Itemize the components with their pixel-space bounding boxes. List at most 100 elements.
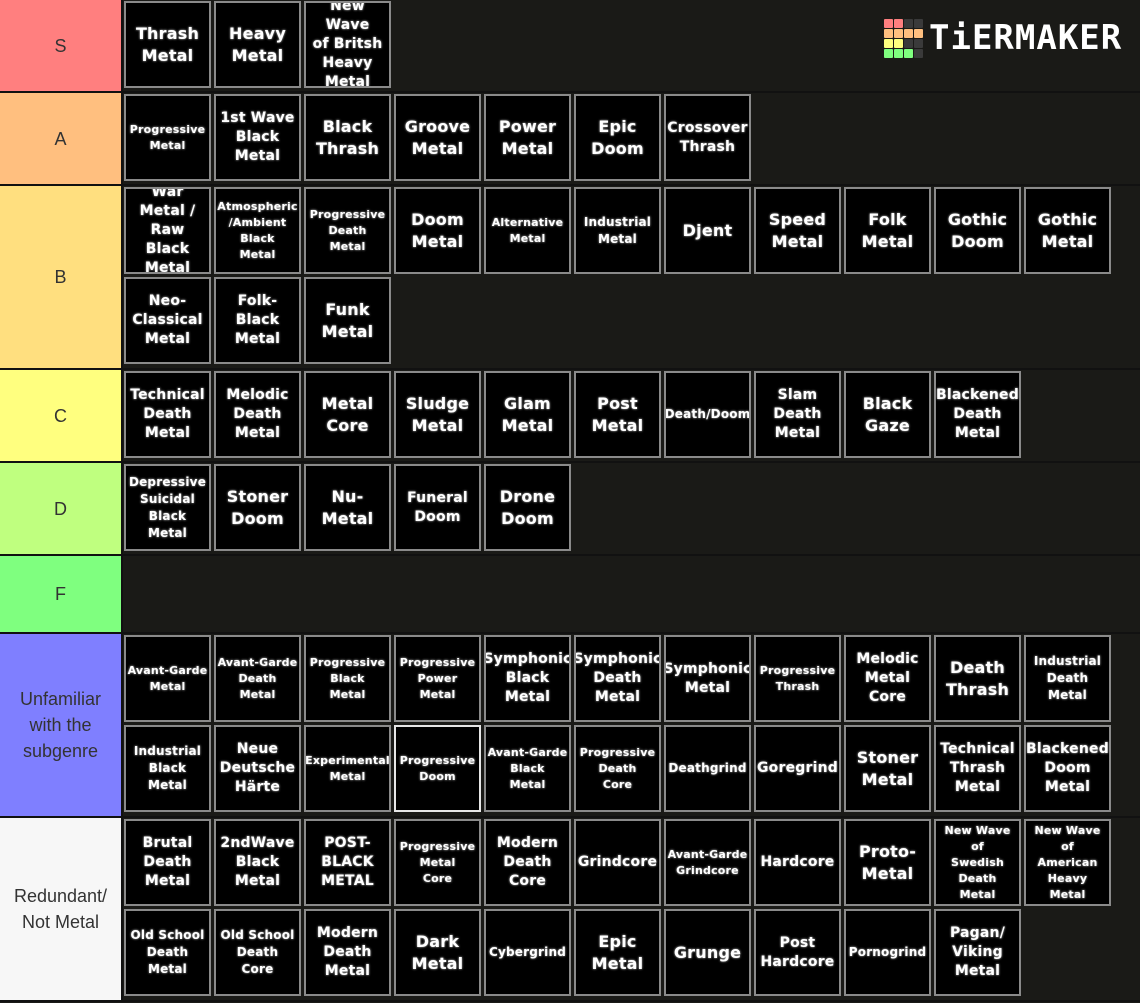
tier-item-tile[interactable]: Speed Metal [754,187,841,274]
tier-item-tile[interactable]: Avant-Garde Metal [124,635,211,722]
tier-item-tile[interactable]: Folk- Black Metal [214,277,301,364]
tier-item-tile[interactable]: Nu- Metal [304,464,391,551]
tier-item-tile[interactable]: Slam Death Metal [754,371,841,458]
tiermaker-logo[interactable]: TiERMAKER [884,18,1122,58]
tier-item-tile[interactable]: Melodic Death Metal [214,371,301,458]
tier-item-tile[interactable]: Blackened Death Metal [934,371,1021,458]
tier-label[interactable]: F [0,556,123,632]
tier-item-tile[interactable]: Crossover Thrash [664,94,751,181]
tier-label[interactable]: Unfamiliar with the subgenre [0,634,123,816]
tier-label[interactable]: C [0,370,123,461]
tier-item-tile[interactable]: Melodic Metal Core [844,635,931,722]
tier-item-tile[interactable]: Technical Thrash Metal [934,725,1021,812]
logo-grid-cell [894,28,903,38]
tier-item-tile[interactable]: New Wave of American Heavy Metal [1024,819,1111,906]
tier-item-tile[interactable]: Symphonic Metal [664,635,751,722]
tier-label[interactable]: D [0,463,123,554]
tier-label[interactable]: A [0,93,123,184]
tier-item-tile[interactable]: Black Gaze [844,371,931,458]
tier-item-tile[interactable]: Goregrind [754,725,841,812]
tier-item-tile[interactable]: Post Metal [574,371,661,458]
tier-item-tile[interactable]: War Metal / Raw Black Metal [124,187,211,274]
tier-item-tile[interactable]: Progressive Metal Core [394,819,481,906]
tier-item-tile[interactable]: Brutal Death Metal [124,819,211,906]
tier-item-tile[interactable]: Progressive Metal [124,94,211,181]
tier-item-tile[interactable]: New Wave of Swedish Death Metal [934,819,1021,906]
tier-items-dropzone[interactable]: War Metal / Raw Black Metal Atmospheric /… [123,186,1140,368]
tier-item-tile[interactable]: Groove Metal [394,94,481,181]
tier-item-tile[interactable]: Old School Death Core [214,909,301,996]
tier-label[interactable]: S [0,0,123,91]
tier-item-tile[interactable]: Atmospheric /Ambient Black Metal [214,187,301,274]
tier-item-tile[interactable]: Technical Death Metal [124,371,211,458]
tier-label[interactable]: B [0,186,123,368]
tier-item-tile[interactable]: Metal Core [304,371,391,458]
tier-label[interactable]: Redundant/ Not Metal [0,818,123,1000]
tier-item-tile[interactable]: Progressive Thrash [754,635,841,722]
tier-item-tile[interactable]: Stoner Metal [844,725,931,812]
tier-item-tile[interactable]: Black Thrash [304,94,391,181]
tier-item-tile[interactable]: Cybergrind [484,909,571,996]
tier-item-tile[interactable]: Neo- Classical Metal [124,277,211,364]
tier-item-tile[interactable]: Doom Metal [394,187,481,274]
tier-item-tile[interactable]: Sludge Metal [394,371,481,458]
tier-item-tile[interactable]: Proto- Metal [844,819,931,906]
tier-item-tile[interactable]: Industrial Black Metal [124,725,211,812]
tier-item-tile[interactable]: Alternative Metal [484,187,571,274]
tier-item-tile[interactable]: Power Metal [484,94,571,181]
tier-item-tile[interactable]: Post Hardcore [754,909,841,996]
tier-item-tile[interactable]: Drone Doom [484,464,571,551]
tier-item-tile[interactable]: Pornogrind [844,909,931,996]
tier-item-tile[interactable]: Industrial Metal [574,187,661,274]
tier-item-tile[interactable]: Avant-Garde Grindcore [664,819,751,906]
tier-items-dropzone[interactable] [123,556,1140,632]
tier-item-tile[interactable]: Modern Death Core [484,819,571,906]
tier-item-tile[interactable]: Funeral Doom [394,464,481,551]
tier-item-tile[interactable]: Gothic Metal [1024,187,1111,274]
tier-item-tile[interactable]: Progressive Death Metal [304,187,391,274]
tier-item-tile[interactable]: Progressive Power Metal [394,635,481,722]
tier-item-tile[interactable]: Progressive Black Metal [304,635,391,722]
tier-item-tile[interactable]: Pagan/ Viking Metal [934,909,1021,996]
tier-item-tile[interactable]: Epic Metal [574,909,661,996]
tier-item-tile[interactable]: New Wave of Britsh Heavy Metal [304,1,391,88]
tier-item-tile[interactable]: Grindcore [574,819,661,906]
tier-item-tile[interactable]: Stoner Doom [214,464,301,551]
tier-item-tile[interactable]: Heavy Metal [214,1,301,88]
tier-item-tile[interactable]: POST- BLACK METAL [304,819,391,906]
logo-grid-cell [904,28,913,38]
tier-item-tile[interactable]: Industrial Death Metal [1024,635,1111,722]
tier-item-tile[interactable]: Depressive Suicidal Black Metal [124,464,211,551]
tier-item-tile[interactable]: Modern Death Metal [304,909,391,996]
tier-item-tile[interactable]: Gothic Doom [934,187,1021,274]
tier-item-tile[interactable]: Symphonic Black Metal [484,635,571,722]
tier-item-tile[interactable]: Death Thrash [934,635,1021,722]
tier-item-tile[interactable]: 2ndWave Black Metal [214,819,301,906]
tier-item-tile[interactable]: Avant-Garde Black Metal [484,725,571,812]
tier-item-tile[interactable]: Thrash Metal [124,1,211,88]
tier-item-tile[interactable]: Blackened Doom Metal [1024,725,1111,812]
tier-item-tile[interactable]: Avant-Garde Death Metal [214,635,301,722]
tier-items-dropzone[interactable]: Brutal Death Metal 2ndWave Black Metal POS… [123,818,1140,1000]
tier-item-tile[interactable]: Neue Deutsche Härte [214,725,301,812]
tier-item-tile[interactable]: Dark Metal [394,909,481,996]
tier-item-tile[interactable]: Djent [664,187,751,274]
tier-item-tile[interactable]: Symphonic Death Metal [574,635,661,722]
tier-item-tile[interactable]: Death/Doom [664,371,751,458]
tier-items-dropzone[interactable]: Technical Death Metal Melodic Death Metal… [123,370,1140,461]
tier-item-tile[interactable]: Glam Metal [484,371,571,458]
tier-item-tile[interactable]: Progressive Death Core [574,725,661,812]
tier-item-tile[interactable]: Progressive Doom [394,725,481,812]
tier-item-tile[interactable]: Experimental Metal [304,725,391,812]
tier-items-dropzone[interactable]: Avant-Garde Metal Avant-Garde Death Metal… [123,634,1140,816]
tier-item-tile[interactable]: Hardcore [754,819,841,906]
tier-item-tile[interactable]: Folk Metal [844,187,931,274]
tier-item-tile[interactable]: Old School Death Metal [124,909,211,996]
tier-items-dropzone[interactable]: Progressive Metal 1st Wave Black Metal Bla… [123,93,1140,184]
tier-item-tile[interactable]: Grunge [664,909,751,996]
tier-item-tile[interactable]: Deathgrind [664,725,751,812]
tier-items-dropzone[interactable]: Depressive Suicidal Black Metal Stoner Do… [123,463,1140,554]
tier-item-tile[interactable]: Epic Doom [574,94,661,181]
tier-item-tile[interactable]: Funk Metal [304,277,391,364]
tier-item-tile[interactable]: 1st Wave Black Metal [214,94,301,181]
